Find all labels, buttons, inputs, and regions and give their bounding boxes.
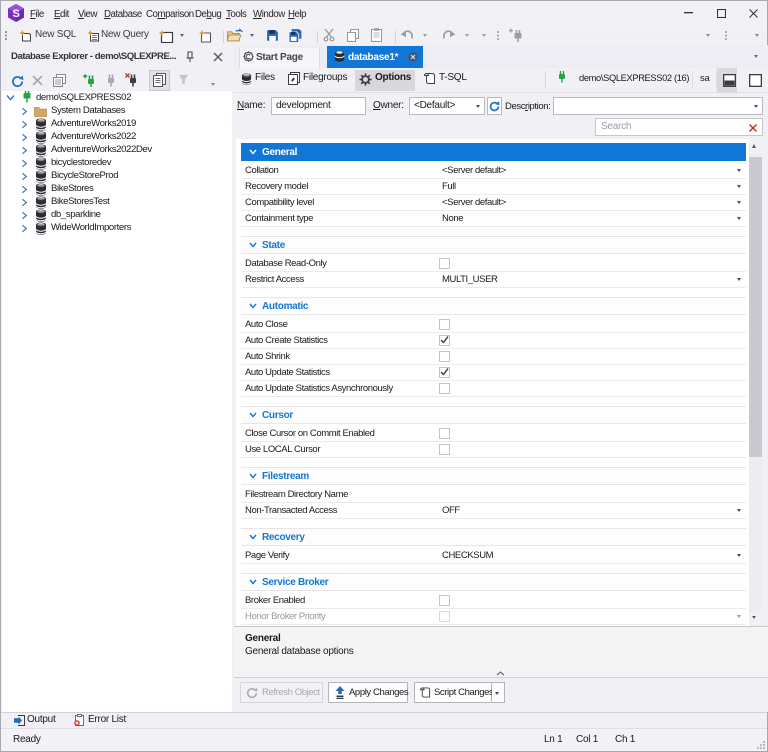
svg-text:S: S bbox=[12, 8, 19, 20]
